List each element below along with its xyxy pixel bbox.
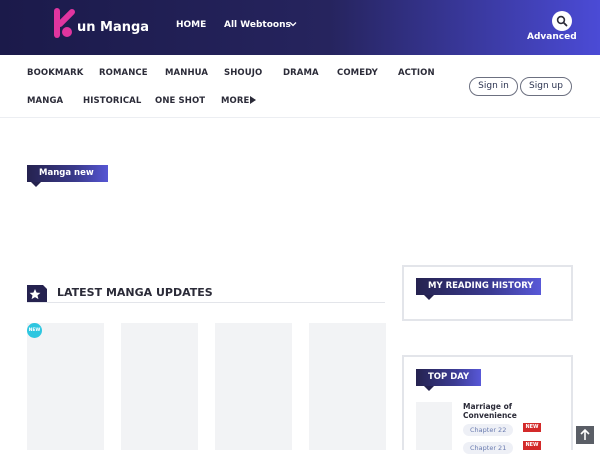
sign-in-button[interactable]: Sign in xyxy=(469,77,518,96)
chapter-link[interactable]: Chapter 21 xyxy=(463,442,514,454)
sign-up-button[interactable]: Sign up xyxy=(520,77,572,96)
search-icon xyxy=(556,15,568,27)
nav-all-webtoons-link[interactable]: All Webtoons xyxy=(224,20,291,30)
caret-right-icon[interactable] xyxy=(250,96,256,104)
category-bookmark[interactable]: BOOKMARK xyxy=(27,68,84,78)
section-divider xyxy=(27,302,385,303)
category-manga[interactable]: MANGA xyxy=(27,96,63,106)
search-button[interactable] xyxy=(552,11,572,31)
manga-new-heading: Manga new xyxy=(27,165,108,182)
new-badge: NEW xyxy=(523,423,541,432)
manga-new-label: Manga new xyxy=(39,168,94,178)
series-thumbnail[interactable] xyxy=(416,402,452,450)
new-badge: NEW xyxy=(27,323,42,338)
top-day-title: TOP DAY xyxy=(428,372,470,382)
manga-card[interactable] xyxy=(309,323,386,450)
site-header: un Manga HOME All Webtoons Advanced xyxy=(0,0,600,55)
advanced-search-link[interactable]: Advanced xyxy=(527,32,577,42)
new-badge: NEW xyxy=(523,441,541,450)
tag-pointer xyxy=(424,295,434,300)
logo-text: un Manga xyxy=(77,20,150,35)
category-more[interactable]: MORE xyxy=(221,96,249,106)
category-historical[interactable]: HISTORICAL xyxy=(83,96,141,106)
chevron-down-icon[interactable] xyxy=(288,19,298,29)
category-romance[interactable]: ROMANCE xyxy=(99,68,148,78)
ribbon-pointer xyxy=(31,182,41,187)
chapter-link[interactable]: Chapter 22 xyxy=(463,424,514,436)
reading-history-title: MY READING HISTORY xyxy=(428,281,534,291)
nav-home-link[interactable]: HOME xyxy=(176,20,206,30)
site-logo[interactable]: un Manga xyxy=(52,6,149,46)
category-shoujo[interactable]: SHOUJO xyxy=(224,68,262,78)
tag-pointer xyxy=(424,386,434,391)
category-comedy[interactable]: COMEDY xyxy=(337,68,378,78)
star-icon xyxy=(27,285,47,303)
reading-history-heading: MY READING HISTORY xyxy=(416,278,541,295)
top-day-heading: TOP DAY xyxy=(416,369,481,386)
logo-k-icon xyxy=(54,8,75,38)
latest-updates-title: LATEST MANGA UPDATES xyxy=(57,286,213,299)
arrow-up-icon xyxy=(580,428,590,440)
series-title-link[interactable]: Marriage of Convenience xyxy=(463,402,533,420)
category-one-shot[interactable]: ONE SHOT xyxy=(155,96,205,106)
manga-card[interactable] xyxy=(215,323,292,450)
category-drama[interactable]: DRAMA xyxy=(283,68,319,78)
category-manhua[interactable]: MANHUA xyxy=(165,68,208,78)
category-action[interactable]: ACTION xyxy=(398,68,435,78)
manga-card[interactable] xyxy=(121,323,198,450)
manga-card[interactable] xyxy=(27,323,104,450)
back-to-top-button[interactable] xyxy=(576,426,594,444)
